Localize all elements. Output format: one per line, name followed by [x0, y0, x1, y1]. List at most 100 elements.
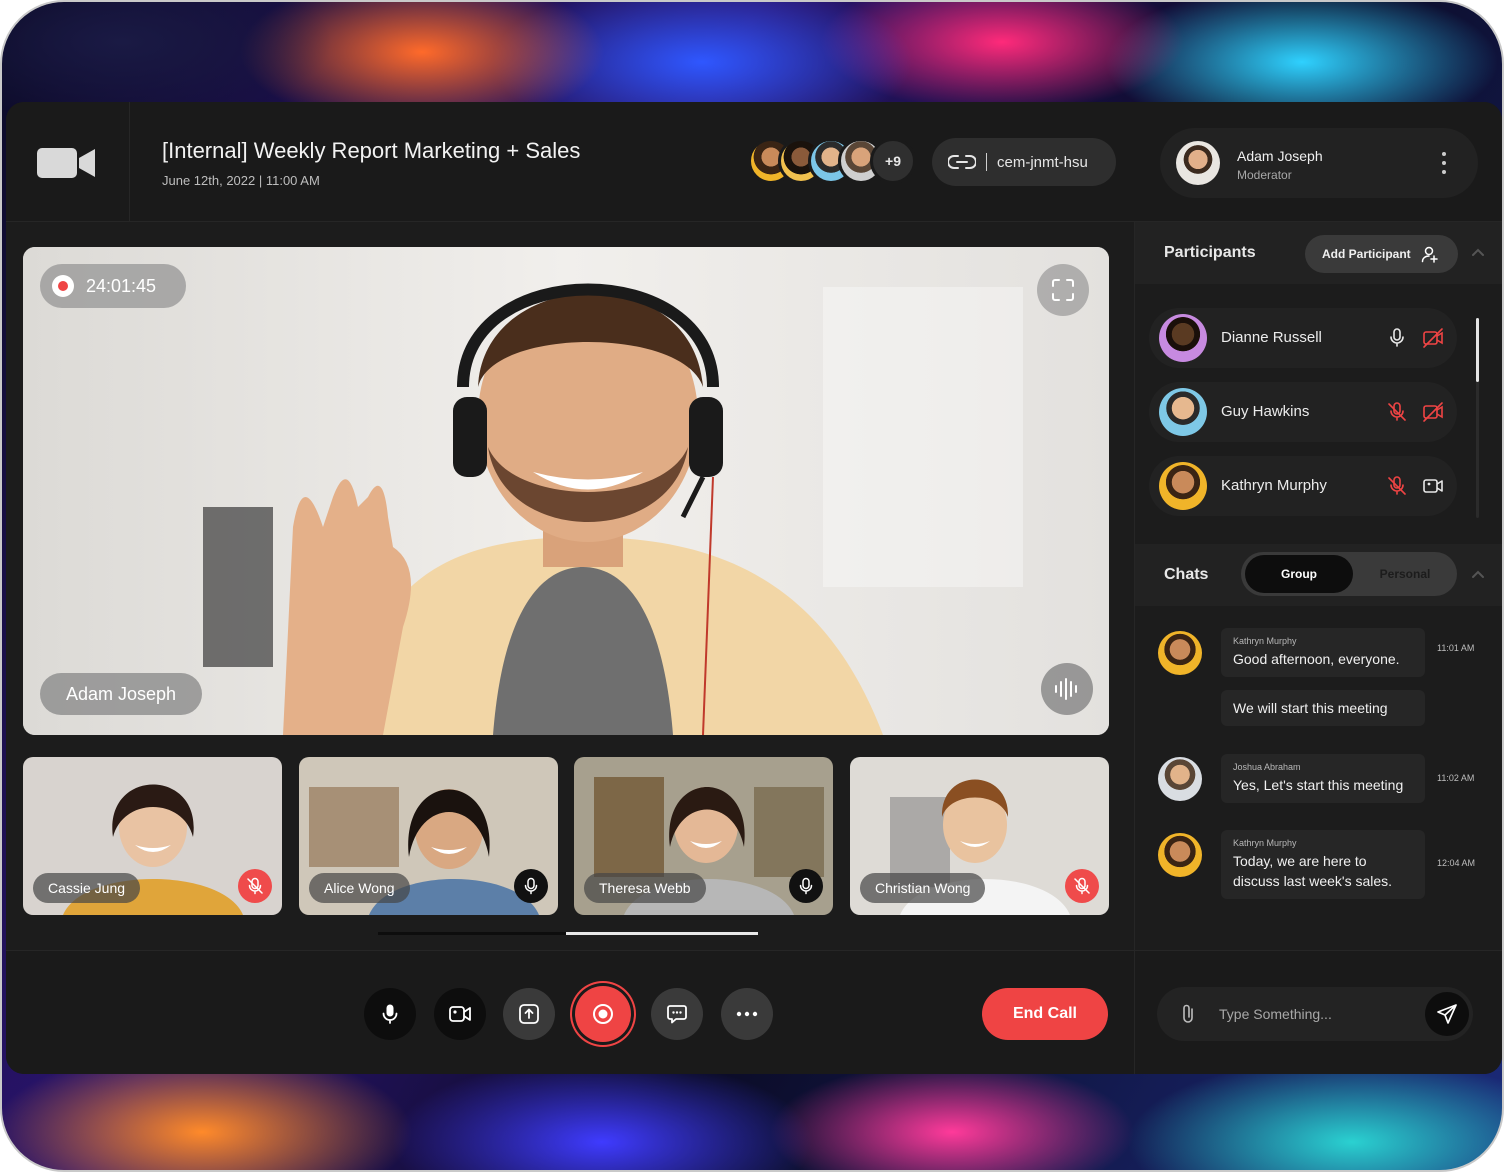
- send-button[interactable]: [1425, 992, 1469, 1036]
- mic-off-icon[interactable]: [1385, 474, 1409, 498]
- chevron-up-icon[interactable]: [1471, 568, 1485, 582]
- scrollbar-thumb[interactable]: [1476, 318, 1479, 382]
- speaker-video-feed: [23, 247, 1109, 735]
- participant-tile[interactable]: Christian Wong: [850, 757, 1109, 915]
- more-participants-count[interactable]: +9: [870, 138, 916, 184]
- fullscreen-icon: [1052, 279, 1074, 301]
- avatar: [1159, 388, 1207, 436]
- mic-off-icon[interactable]: [1385, 400, 1409, 424]
- participant-name: Alice Wong: [309, 873, 410, 903]
- more-options-button[interactable]: [721, 988, 773, 1040]
- message-time: 12:04 AM: [1437, 858, 1476, 868]
- chat-mode-toggle: Group Personal: [1241, 552, 1457, 596]
- message-text: Good afternoon, everyone.: [1233, 651, 1400, 667]
- add-participant-button[interactable]: Add Participant: [1305, 235, 1458, 273]
- share-screen-button[interactable]: [503, 988, 555, 1040]
- participant-avatar-stack[interactable]: +9: [748, 138, 918, 184]
- participant-row[interactable]: Guy Hawkins: [1149, 382, 1457, 442]
- meeting-datetime: June 12th, 2022 | 11:00 AM: [162, 173, 320, 188]
- speaker-name-label: Adam Joseph: [40, 673, 203, 715]
- participants-header: Participants Add Participant: [1135, 222, 1502, 284]
- user-card[interactable]: Adam Joseph Moderator: [1160, 128, 1478, 198]
- video-call-app: [Internal] Weekly Report Marketing + Sal…: [6, 102, 1502, 1074]
- chat-composer-area: [1135, 950, 1502, 1074]
- mic-toggle-button[interactable]: [364, 988, 416, 1040]
- mic-icon: [524, 877, 538, 895]
- mic-muted-button[interactable]: [238, 869, 272, 903]
- message-time: 11:02 AM: [1437, 773, 1475, 783]
- call-controls: End Call: [6, 950, 1134, 1074]
- tab-group[interactable]: Group: [1245, 555, 1353, 593]
- mic-icon[interactable]: [1385, 326, 1409, 350]
- mic-muted-button[interactable]: [1065, 869, 1099, 903]
- share-screen-icon: [519, 1004, 539, 1024]
- add-user-icon: [1421, 246, 1438, 263]
- main-video[interactable]: 24:01:45 Adam Joseph: [23, 247, 1109, 735]
- chat-icon: [667, 1005, 687, 1024]
- avatar: [1158, 757, 1202, 801]
- fullscreen-button[interactable]: [1037, 264, 1089, 316]
- thumbnail-scrollbar[interactable]: [378, 932, 758, 935]
- audio-level-button[interactable]: [1041, 663, 1093, 715]
- mic-off-icon: [247, 877, 263, 895]
- avatar: [1158, 631, 1202, 675]
- chats-title: Chats: [1164, 566, 1209, 583]
- camera-off-icon[interactable]: [1421, 400, 1445, 424]
- attachment-icon[interactable]: [1177, 1002, 1201, 1026]
- mic-off-icon: [1074, 877, 1090, 895]
- chat-bubble: We will start this meeting: [1221, 690, 1425, 726]
- user-name: Adam Joseph: [1237, 148, 1323, 164]
- message-sender: Joshua Abraham: [1233, 762, 1301, 772]
- participant-scrollbar[interactable]: [1476, 318, 1479, 518]
- message-time: 11:01 AM: [1437, 643, 1475, 653]
- participant-row[interactable]: Kathryn Murphy: [1149, 456, 1457, 516]
- user-role: Moderator: [1237, 168, 1292, 182]
- message-text: Today, we are here to discuss last week'…: [1233, 853, 1393, 889]
- recording-dot-icon: [52, 275, 74, 297]
- more-horizontal-icon: [736, 1011, 758, 1017]
- chat-bubble: Kathryn Murphy Good afternoon, everyone.: [1221, 628, 1425, 677]
- scrollbar-segment: [378, 932, 566, 935]
- participant-row[interactable]: Dianne Russell: [1149, 308, 1457, 368]
- participant-tile[interactable]: Cassie Jung: [23, 757, 282, 915]
- scrollbar-thumb[interactable]: [566, 932, 758, 935]
- tab-personal[interactable]: Personal: [1353, 555, 1457, 593]
- camera-off-icon[interactable]: [1421, 326, 1445, 350]
- mic-icon: [799, 877, 813, 895]
- meeting-link-button[interactable]: cem-jnmt-hsu: [932, 138, 1116, 186]
- end-call-button[interactable]: End Call: [982, 988, 1108, 1040]
- participant-name: Christian Wong: [860, 873, 986, 903]
- avatar: [1159, 314, 1207, 362]
- camera-toggle-button[interactable]: [434, 988, 486, 1040]
- participant-name: Dianne Russell: [1221, 329, 1322, 346]
- message-input[interactable]: [1219, 999, 1409, 1029]
- add-participant-label: Add Participant: [1322, 247, 1411, 261]
- participants-title: Participants: [1164, 244, 1256, 261]
- sidebar: Participants Add Participant Dianne Russ…: [1134, 222, 1502, 1074]
- mic-on-button[interactable]: [789, 869, 823, 903]
- divider: [986, 153, 987, 171]
- chat-button[interactable]: [651, 988, 703, 1040]
- record-button[interactable]: [575, 986, 631, 1042]
- video-camera-icon[interactable]: [1421, 474, 1445, 498]
- avatar: [1158, 833, 1202, 877]
- header: [Internal] Weekly Report Marketing + Sal…: [6, 102, 1502, 222]
- mic-on-button[interactable]: [514, 869, 548, 903]
- more-options-icon[interactable]: [1436, 150, 1452, 176]
- meeting-code: cem-jnmt-hsu: [997, 153, 1088, 171]
- recording-timer: 24:01:45: [40, 264, 186, 308]
- timer-text: 24:01:45: [86, 275, 157, 296]
- participant-tile[interactable]: Theresa Webb: [574, 757, 833, 915]
- brand: [6, 102, 130, 222]
- send-icon: [1437, 1004, 1457, 1024]
- video-camera-icon: [449, 1006, 471, 1022]
- chevron-up-icon[interactable]: [1471, 246, 1485, 260]
- participant-tile[interactable]: Alice Wong: [299, 757, 558, 915]
- message-sender: Kathryn Murphy: [1233, 838, 1297, 848]
- participant-name: Guy Hawkins: [1221, 403, 1310, 420]
- chat-composer: [1157, 987, 1473, 1041]
- message-sender: Kathryn Murphy: [1233, 636, 1297, 646]
- audio-waveform-icon: [1055, 678, 1077, 700]
- video-camera-icon: [37, 148, 95, 178]
- participant-thumbnails: Cassie Jung Alice Wong Theresa Webb Chri…: [23, 757, 1109, 915]
